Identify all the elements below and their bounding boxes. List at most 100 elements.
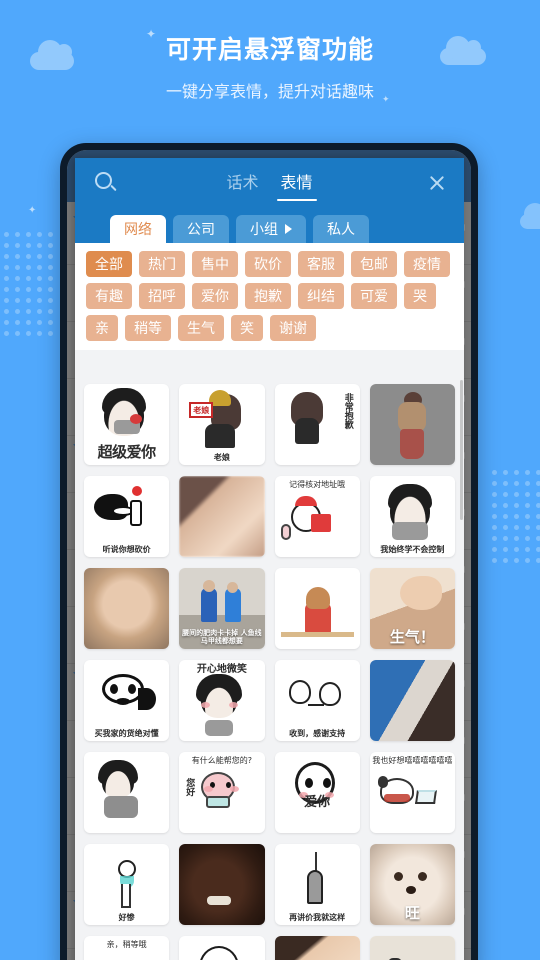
- tag-chip[interactable]: 疫情: [404, 251, 450, 277]
- sticker-caption: 爱你: [304, 795, 331, 811]
- category-tab-label: 网络: [124, 222, 152, 238]
- header-tab-2[interactable]: 表情: [276, 169, 317, 201]
- phone-screen: 信 话术表情 网络公司小组私人 全部热门售中砍价客服包邮疫情有趣招呼爱你抱歉纠结…: [67, 150, 471, 960]
- sticker-item[interactable]: [369, 660, 455, 741]
- sticker-caption: 旺: [404, 903, 420, 922]
- tag-chip[interactable]: 售中: [192, 251, 238, 277]
- sticker-caption: 我也好想嘻嘻嘻嘻嘻嘻: [372, 756, 453, 765]
- tag-chip[interactable]: 笑: [231, 315, 263, 341]
- tag-chip[interactable]: 热门: [139, 251, 185, 277]
- sticker-artwork: [369, 384, 455, 465]
- sticker-artwork: [369, 936, 455, 960]
- sticker-caption: 开心地微笑: [196, 664, 247, 675]
- sticker-caption: 有什么能帮您的?: [191, 756, 252, 765]
- sticker-item[interactable]: 爱你: [274, 752, 360, 833]
- sticker-caption: 再讲价我就这样: [289, 912, 346, 922]
- sticker-artwork: [179, 476, 265, 557]
- tag-chip[interactable]: 爱你: [192, 283, 238, 309]
- sticker-picker-panel: 话术 表情 网络 公司 小组 私人 全部 热门 售中 砍价 客服 包邮 疫情 有趣 招呼 爱你 抱歉 纠结 可爱…: [75, 158, 464, 960]
- close-icon[interactable]: [428, 174, 446, 192]
- dot-pattern-right: [492, 470, 540, 570]
- sticker-caption: 超级爱你: [97, 442, 157, 461]
- tag-chip[interactable]: 砍价: [245, 251, 291, 277]
- sticker-item[interactable]: 生气！: [369, 568, 455, 649]
- sticker-artwork: [179, 844, 265, 925]
- sticker-caption: 老娘: [213, 452, 230, 462]
- tag-chip[interactable]: 谢谢: [270, 315, 316, 341]
- sticker-caption: 非常抱歉: [342, 393, 353, 429]
- tag-chip[interactable]: 亲: [86, 315, 118, 341]
- sticker-item[interactable]: [274, 936, 360, 960]
- category-tab-4[interactable]: 私人: [313, 215, 369, 243]
- sticker-item[interactable]: 非常抱歉: [274, 384, 360, 465]
- sticker-artwork: [275, 752, 360, 833]
- category-tab-3[interactable]: 小组: [236, 215, 306, 243]
- category-tab-label: 小组: [250, 222, 278, 238]
- sticker-item[interactable]: 收到，感谢支持: [274, 660, 360, 741]
- cloud-decoration-top-right: [520, 203, 540, 229]
- sticker-caption: 我始终学不会控制: [380, 544, 445, 554]
- tag-chip[interactable]: 全部: [86, 251, 132, 277]
- promo-subhead: 一键分享表情，提升对话趣味: [165, 82, 374, 101]
- sticker-caption: 买我家的货绝对懂: [94, 728, 159, 738]
- tag-chip[interactable]: 纠结: [298, 283, 344, 309]
- sticker-artwork: [275, 568, 360, 649]
- sticker-caption: 生气！: [389, 627, 435, 646]
- sticker-caption: 好惨: [118, 912, 135, 922]
- tag-chip[interactable]: 哭: [404, 283, 436, 309]
- sticker-caption: 收到，感谢支持: [289, 728, 346, 738]
- sticker-artwork: [274, 936, 360, 960]
- sticker-item[interactable]: [179, 844, 265, 925]
- tag-chip[interactable]: 招呼: [139, 283, 185, 309]
- category-tab-label: 私人: [327, 222, 355, 238]
- category-tab-label: 公司: [187, 222, 215, 238]
- sticker-item[interactable]: 买我家的货绝对懂: [84, 660, 170, 741]
- sticker-item[interactable]: 旺: [369, 844, 455, 925]
- header-tab-bar: 话术 表情: [75, 169, 464, 201]
- sticker-item[interactable]: [274, 568, 360, 649]
- panel-header: 话术 表情: [75, 158, 464, 210]
- sticker-grid: 超级爱你 老娘 老娘 非常抱歉听说你想砍价 记得核对地址哦我始终学不会控制腰间的肥肉卡卡…: [75, 377, 464, 960]
- sparkle-icon-3: ✦: [28, 205, 37, 216]
- sticker-item[interactable]: [369, 936, 455, 960]
- sticker-caption: 腰间的肥肉卡卡掉 人鱼线马甲线都想要: [182, 628, 262, 645]
- dot-pattern-left: [4, 232, 56, 342]
- sticker-item[interactable]: 超级爱你: [84, 384, 170, 465]
- tag-chip[interactable]: 抱歉: [245, 283, 291, 309]
- tag-chip[interactable]: 生气: [178, 315, 224, 341]
- category-tab-2[interactable]: 公司: [173, 215, 229, 243]
- sticker-caption: 亲，稍等哦: [106, 940, 147, 949]
- tag-chip[interactable]: 可爱: [351, 283, 397, 309]
- sticker-item[interactable]: 我始终学不会控制: [369, 476, 455, 557]
- tag-chip[interactable]: 包邮: [351, 251, 397, 277]
- sticker-caption: 听说你想砍价: [102, 544, 151, 554]
- phone-frame: 信 话术表情 网络公司小组私人 全部热门售中砍价客服包邮疫情有趣招呼爱你抱歉纠结…: [60, 143, 478, 960]
- sticker-item[interactable]: [179, 476, 265, 557]
- tag-chip[interactable]: 有趣: [86, 283, 132, 309]
- category-tab-bar: 网络 公司 小组 私人: [75, 210, 464, 243]
- sticker-item[interactable]: 好惨: [84, 844, 170, 925]
- sticker-item[interactable]: [179, 936, 265, 960]
- sticker-item[interactable]: [84, 752, 170, 833]
- tag-chip[interactable]: 客服: [298, 251, 344, 277]
- sticker-artwork: [179, 936, 264, 960]
- sticker-item[interactable]: 老娘 老娘: [179, 384, 265, 465]
- sticker-item[interactable]: 有什么能帮您的? 您好: [179, 752, 265, 833]
- sticker-item[interactable]: 开心地微笑: [179, 660, 265, 741]
- sticker-item[interactable]: 再讲价我就这样: [274, 844, 360, 925]
- sticker-item[interactable]: [369, 384, 455, 465]
- sticker-item[interactable]: 腰间的肥肉卡卡掉 人鱼线马甲线都想要: [179, 568, 265, 649]
- sticker-item[interactable]: 听说你想砍价: [84, 476, 170, 557]
- category-tab-1[interactable]: 网络: [110, 215, 166, 243]
- tag-chip[interactable]: 稍等: [125, 315, 171, 341]
- panel-scrollbar[interactable]: [460, 380, 463, 520]
- sticker-item[interactable]: 亲，稍等哦: [84, 936, 170, 960]
- sticker-item[interactable]: 记得核对地址哦: [274, 476, 360, 557]
- header-tab-1[interactable]: 话术: [226, 169, 258, 199]
- sticker-caption-secondary: 您好: [184, 778, 195, 796]
- sticker-artwork: [369, 660, 455, 741]
- sticker-item[interactable]: [84, 568, 170, 649]
- sticker-caption: 记得核对地址哦: [289, 480, 346, 489]
- sticker-item[interactable]: 我也好想嘻嘻嘻嘻嘻嘻: [369, 752, 455, 833]
- sticker-artwork: [84, 752, 169, 833]
